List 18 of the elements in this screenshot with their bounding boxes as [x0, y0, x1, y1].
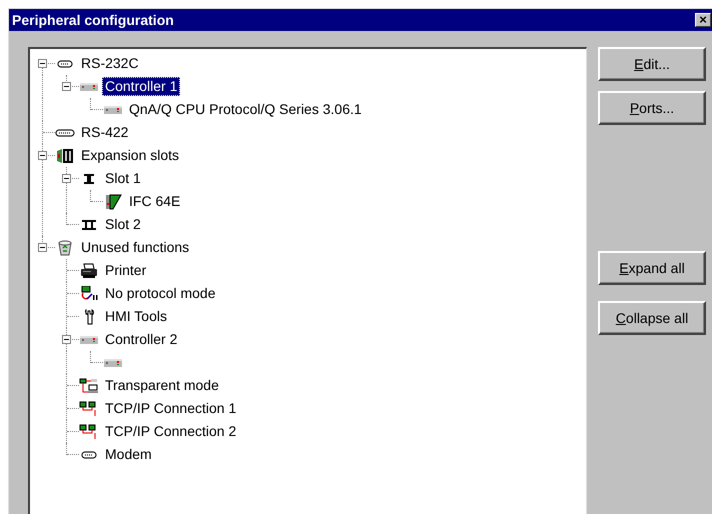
collapse-toggle[interactable] [62, 174, 71, 183]
dialog-button[interactable]: Expand all [598, 251, 706, 285]
collapse-toggle[interactable] [38, 151, 47, 160]
collapse-toggle[interactable] [38, 59, 47, 68]
close-button[interactable]: × [695, 13, 711, 27]
printer-icon [79, 262, 99, 278]
card-icon [103, 194, 123, 210]
collapse-toggle[interactable] [62, 335, 71, 344]
terminal-cable-icon [79, 286, 99, 302]
rack-icon [55, 148, 75, 164]
collapse-toggle[interactable] [38, 243, 47, 252]
window-title: Peripheral configuration [12, 10, 174, 30]
network-computers-icon [79, 378, 99, 394]
dialog-button[interactable]: Collapse all [598, 301, 706, 335]
dialog-button[interactable]: Edit... [598, 47, 706, 81]
collapse-toggle[interactable] [62, 82, 71, 91]
dialog-button[interactable]: Ports... [598, 91, 706, 125]
tree-item-label[interactable]: Controller 1 [102, 77, 180, 96]
